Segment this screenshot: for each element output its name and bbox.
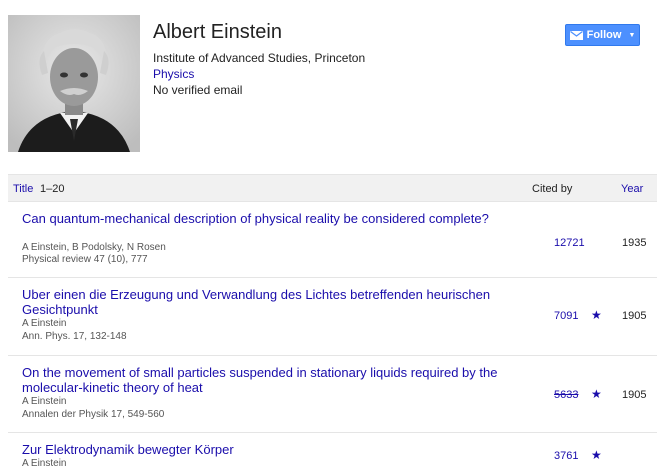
article-title-link[interactable]: Uber einen die Erzeugung und Verwandlung… (22, 287, 512, 317)
sort-by-cited[interactable]: Cited by (532, 183, 572, 195)
cited-by-link[interactable]: 5633 (554, 389, 578, 401)
table-row: On the movement of small particles suspe… (8, 356, 657, 433)
sort-by-year[interactable]: Year (621, 183, 643, 195)
article-authors: A Einstein (22, 318, 67, 329)
article-venue: Physical review 47 (10), 777 (22, 254, 148, 265)
profile-photo (8, 15, 140, 152)
cited-by-link[interactable]: 7091 (554, 310, 578, 322)
star-icon[interactable]: ★ (591, 448, 602, 462)
results-range: 1–20 (40, 183, 65, 195)
chevron-down-icon: ▼ (628, 31, 636, 39)
cited-by-link[interactable]: 3761 (554, 450, 578, 462)
table-row: Can quantum-mechanical description of ph… (8, 202, 657, 278)
star-icon[interactable]: ★ (591, 308, 602, 322)
follow-button[interactable]: Follow ▼ (565, 24, 640, 46)
profile-name: Albert Einstein (153, 21, 282, 43)
profile-affiliation: Institute of Advanced Studies, Princeton (153, 51, 366, 65)
profile-header: Albert Einstein Institute of Advanced St… (0, 0, 657, 160)
article-year: 1905 (622, 310, 647, 322)
sort-by-title[interactable]: Title (13, 183, 33, 195)
articles-table-header: Title 1–20 Cited by Year (8, 174, 657, 202)
article-authors: A Einstein, B Podolsky, N Rosen (22, 242, 166, 253)
mail-icon (569, 30, 583, 40)
articles-list: Can quantum-mechanical description of ph… (8, 202, 657, 468)
profile-field-link[interactable]: Physics (153, 66, 365, 82)
article-year: 1905 (622, 389, 647, 401)
profile-email-status: No verified email (153, 83, 243, 97)
article-authors: A Einstein (22, 396, 67, 407)
article-title-link[interactable]: Zur Elektrodynamik bewegter Körper (22, 442, 512, 457)
follow-button-label: Follow (586, 29, 622, 41)
table-row: Uber einen die Erzeugung und Verwandlung… (8, 278, 657, 356)
profile-info: Albert Einstein Institute of Advanced St… (153, 19, 365, 98)
table-row: Zur Elektrodynamik bewegter Körper A Ein… (8, 433, 657, 468)
article-authors: A Einstein (22, 458, 67, 468)
article-title-link[interactable]: On the movement of small particles suspe… (22, 365, 512, 395)
cited-by-link[interactable]: 12721 (554, 237, 585, 249)
article-venue: Annalen der Physik 17, 549-560 (22, 409, 165, 420)
article-year: 1935 (622, 237, 647, 249)
article-title-link[interactable]: Can quantum-mechanical description of ph… (22, 211, 512, 226)
article-venue: Ann. Phys. 17, 132-148 (22, 331, 127, 342)
star-icon[interactable]: ★ (591, 387, 602, 401)
